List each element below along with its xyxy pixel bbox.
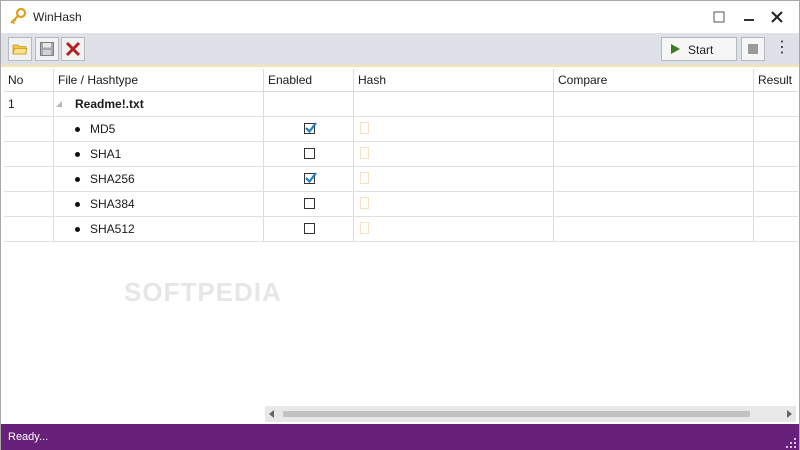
scroll-left-icon[interactable]: [269, 410, 274, 418]
compare-cell[interactable]: [554, 117, 754, 141]
column-header-file[interactable]: File / Hashtype: [54, 69, 264, 91]
bullet-icon: [75, 177, 80, 182]
more-menu-button[interactable]: ⋮: [773, 39, 791, 59]
compare-cell[interactable]: [554, 92, 754, 116]
hash-cell: [354, 192, 554, 216]
open-button[interactable]: [8, 37, 32, 61]
result-cell: [754, 167, 798, 191]
compare-cell[interactable]: [554, 192, 754, 216]
column-header-hash[interactable]: Hash: [354, 69, 554, 91]
hash-cell: [354, 117, 554, 141]
file-name: Readme!.txt: [75, 97, 144, 111]
column-header-compare[interactable]: Compare: [554, 69, 754, 91]
resize-grip-icon[interactable]: [786, 437, 796, 448]
copy-hash-icon[interactable]: [360, 122, 369, 134]
hash-type-label: SHA1: [90, 147, 122, 161]
copy-hash-icon[interactable]: [360, 197, 369, 209]
watermark: SOFTPEDIA: [124, 277, 282, 307]
hash-row[interactable]: SHA256: [4, 167, 798, 192]
enabled-checkbox[interactable]: [304, 223, 315, 234]
bullet-icon: [75, 202, 80, 207]
scrollbar-thumb[interactable]: [283, 411, 750, 417]
hash-cell: [354, 167, 554, 191]
hash-table: No File / Hashtype Enabled Hash Compare …: [4, 69, 798, 407]
enabled-cell: [264, 92, 354, 116]
more-vertical-icon: ⋮: [774, 39, 790, 56]
play-icon: [671, 44, 680, 54]
row-number: [4, 217, 54, 241]
row-number: [4, 192, 54, 216]
enabled-checkbox[interactable]: [304, 172, 317, 184]
hash-row[interactable]: SHA384: [4, 192, 798, 217]
hash-cell: [354, 142, 554, 166]
hash-type-label: MD5: [90, 122, 116, 136]
bullet-icon: [75, 227, 80, 232]
expand-collapse-icon[interactable]: [56, 101, 62, 107]
column-header-no[interactable]: No: [4, 69, 54, 91]
app-window: WinHash Start ⋮ No File / Hashtype Enabl…: [0, 0, 800, 450]
hash-cell: [354, 92, 554, 116]
hashtype-cell: SHA1: [54, 142, 264, 166]
status-bar: Ready...: [1, 424, 799, 450]
enabled-cell: [264, 167, 354, 191]
row-number: [4, 167, 54, 191]
enabled-checkbox[interactable]: [304, 148, 315, 159]
result-cell: [754, 192, 798, 216]
hashtype-cell: SHA512: [54, 217, 264, 241]
column-header-result[interactable]: Result: [754, 69, 798, 91]
start-button[interactable]: Start: [661, 37, 737, 61]
title-bar: WinHash: [1, 1, 799, 33]
compare-cell[interactable]: [554, 142, 754, 166]
toolbar: Start ⋮: [1, 33, 799, 67]
column-header-enabled[interactable]: Enabled: [264, 69, 354, 91]
hash-type-label: SHA512: [90, 222, 135, 236]
enabled-cell: [264, 117, 354, 141]
restore-button[interactable]: [709, 7, 729, 27]
copy-hash-icon[interactable]: [360, 147, 369, 159]
save-button[interactable]: [35, 37, 59, 61]
row-number: [4, 142, 54, 166]
start-label: Start: [688, 43, 714, 57]
bullet-icon: [75, 127, 80, 132]
result-cell: [754, 92, 798, 116]
minimize-button[interactable]: [739, 7, 759, 27]
row-number: [4, 117, 54, 141]
enabled-cell: [264, 142, 354, 166]
file-cell: Readme!.txt: [54, 92, 264, 116]
delete-button[interactable]: [61, 37, 85, 61]
key-icon: [9, 7, 27, 26]
hashtype-cell: MD5: [54, 117, 264, 141]
result-cell: [754, 117, 798, 141]
table-header: No File / Hashtype Enabled Hash Compare …: [4, 69, 798, 92]
hash-row[interactable]: SHA1: [4, 142, 798, 167]
close-button[interactable]: [767, 7, 787, 27]
hash-row[interactable]: SHA512: [4, 217, 798, 242]
enabled-checkbox[interactable]: [304, 122, 317, 134]
result-cell: [754, 142, 798, 166]
compare-cell[interactable]: [554, 217, 754, 241]
status-text: Ready...: [8, 431, 49, 443]
hash-type-label: SHA384: [90, 197, 135, 211]
window-title: WinHash: [33, 10, 82, 24]
hash-cell: [354, 217, 554, 241]
compare-cell[interactable]: [554, 167, 754, 191]
result-cell: [754, 217, 798, 241]
hash-row[interactable]: MD5: [4, 117, 798, 142]
enabled-cell: [264, 192, 354, 216]
stop-icon: [748, 44, 758, 54]
hashtype-cell: SHA256: [54, 167, 264, 191]
stop-button[interactable]: [741, 37, 765, 61]
hash-type-label: SHA256: [90, 172, 135, 186]
copy-hash-icon[interactable]: [360, 172, 369, 184]
hashtype-cell: SHA384: [54, 192, 264, 216]
bullet-icon: [75, 152, 80, 157]
scroll-right-icon[interactable]: [787, 410, 792, 418]
file-row[interactable]: 1 Readme!.txt: [4, 92, 798, 117]
enabled-cell: [264, 217, 354, 241]
horizontal-scrollbar[interactable]: [265, 406, 796, 422]
copy-hash-icon[interactable]: [360, 222, 369, 234]
enabled-checkbox[interactable]: [304, 198, 315, 209]
row-number: 1: [4, 92, 54, 116]
